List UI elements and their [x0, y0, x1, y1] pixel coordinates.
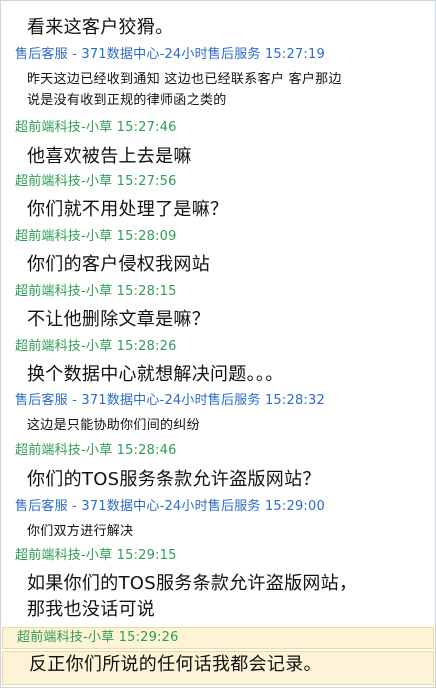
sender-name: 售后客服 - 371数据中心-24小时售后服务	[15, 499, 261, 514]
message-header: 售后客服 - 371数据中心-24小时售后服务 15:28:32	[1, 391, 435, 411]
sender-name: 超前端科技-小草	[15, 284, 113, 299]
message-item: 换个数据中心就想解决问题。。。	[1, 362, 435, 388]
timestamp: 15:28:15	[116, 284, 177, 299]
customer-header: 超前端科技-小草 15:27:46	[15, 118, 177, 138]
message-text: 你们的客户侵权我网站	[27, 254, 210, 275]
timestamp: 15:27:46	[116, 120, 177, 135]
message-item: 反正你们所说的任何话我都会记录。	[2, 651, 434, 685]
timestamp: 15:29:26	[118, 630, 179, 645]
message-header: 超前端科技-小草 15:28:26	[1, 337, 435, 357]
message-header: 超前端科技-小草 15:27:46	[1, 118, 435, 138]
message-header: 超前端科技-小草 15:28:09	[1, 227, 435, 247]
message-header: 超前端科技-小草 15:29:26	[2, 627, 434, 649]
timestamp: 15:28:46	[116, 443, 177, 458]
message-text: 这边是只能协助你们间的纠纷	[27, 418, 200, 433]
customer-header: 超前端科技-小草 15:29:26	[17, 628, 179, 648]
timestamp: 15:27:56	[116, 174, 177, 189]
message-header: 售后客服 - 371数据中心-24小时售后服务 15:29:00	[1, 497, 435, 517]
sender-name: 超前端科技-小草	[15, 339, 113, 354]
sender-name: 超前端科技-小草	[15, 548, 113, 563]
message-text: 反正你们所说的任何话我都会记录。	[29, 654, 322, 675]
message-text: 你们双方进行解决	[27, 524, 134, 539]
sender-name: 超前端科技-小草	[15, 174, 113, 189]
sender-name: 超前端科技-小草	[15, 443, 113, 458]
sender-name: 超前端科技-小草	[15, 229, 113, 244]
timestamp: 15:28:26	[116, 339, 177, 354]
message-item: 不让他删除文章是嘛？	[1, 307, 435, 333]
message-header: 售后客服 - 371数据中心-24小时售后服务 15:27:19	[1, 45, 435, 65]
message-item: 这边是只能协助你们间的纠纷	[1, 415, 435, 436]
message-text: 昨天这边已经收到通知 这边也已经联系客户 客户那边 说是没有收到正规的律师函之类…	[27, 72, 342, 108]
message-header: 超前端科技-小草 15:28:15	[1, 282, 435, 302]
agent-header: 售后客服 - 371数据中心-24小时售后服务 15:29:00	[15, 497, 325, 517]
timestamp: 15:28:09	[116, 229, 177, 244]
chat-history[interactable]: 看来这客户狡猾。售后客服 - 371数据中心-24小时售后服务 15:27:19…	[0, 0, 436, 688]
message-header: 超前端科技-小草 15:29:15	[1, 546, 435, 566]
message-item: 昨天这边已经收到通知 这边也已经联系客户 客户那边 说是没有收到正规的律师函之类…	[1, 69, 435, 111]
agent-header: 售后客服 - 371数据中心-24小时售后服务 15:28:32	[15, 391, 325, 411]
message-item: 你们的客户侵权我网站	[1, 252, 435, 278]
message-header: 超前端科技-小草 15:28:46	[1, 441, 435, 461]
message-item: 他喜欢被告上去是嘛	[1, 144, 435, 170]
sender-name: 售后客服 - 371数据中心-24小时售后服务	[15, 47, 261, 62]
customer-header: 超前端科技-小草 15:28:26	[15, 337, 177, 357]
agent-header: 售后客服 - 371数据中心-24小时售后服务 15:27:19	[15, 45, 325, 65]
timestamp: 15:29:15	[116, 548, 177, 563]
message-item: 你们双方进行解决	[1, 521, 435, 542]
customer-header: 超前端科技-小草 15:29:15	[15, 546, 177, 566]
message-text: 换个数据中心就想解决问题。。。	[27, 364, 284, 385]
message-item: 如果你们的TOS服务条款允许盗版网站， 那我也没话可说	[1, 571, 435, 623]
customer-header: 超前端科技-小草 15:28:46	[15, 441, 177, 461]
message-text: 你们的TOS服务条款允许盗版网站？	[27, 469, 321, 490]
sender-name: 超前端科技-小草	[17, 630, 115, 645]
timestamp: 15:28:32	[264, 393, 325, 408]
message-text: 如果你们的TOS服务条款允许盗版网站， 那我也没话可说	[27, 573, 358, 620]
customer-header: 超前端科技-小草 15:28:15	[15, 282, 177, 302]
message-text: 看来这客户狡猾。	[27, 17, 174, 38]
message-text: 他喜欢被告上去是嘛	[27, 146, 192, 167]
message-item: 你们的TOS服务条款允许盗版网站？	[1, 467, 435, 493]
message-header: 超前端科技-小草 15:27:56	[1, 172, 435, 192]
sender-name: 售后客服 - 371数据中心-24小时售后服务	[15, 393, 261, 408]
message-item: 看来这客户狡猾。	[1, 15, 435, 41]
message-text: 不让他删除文章是嘛？	[27, 309, 210, 330]
timestamp: 15:27:19	[264, 47, 325, 62]
timestamp: 15:29:00	[264, 499, 325, 514]
customer-header: 超前端科技-小草 15:27:56	[15, 172, 177, 192]
message-text: 你们就不用处理了是嘛？	[27, 199, 229, 220]
customer-header: 超前端科技-小草 15:28:09	[15, 227, 177, 247]
sender-name: 超前端科技-小草	[15, 120, 113, 135]
message-item: 你们就不用处理了是嘛？	[1, 197, 435, 223]
